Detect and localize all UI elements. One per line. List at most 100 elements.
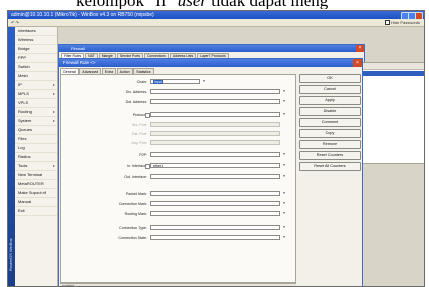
firewall-title: Firewall xyxy=(71,46,85,51)
menu-item-label: Switch xyxy=(18,64,30,69)
dropdown-arrow-icon[interactable]: ▾ xyxy=(282,99,286,104)
menu-item[interactable]: New Terminal xyxy=(15,171,57,180)
field-input[interactable]: input xyxy=(150,79,200,84)
field-input[interactable] xyxy=(150,191,280,196)
dropdown-arrow-icon[interactable]: ▾ xyxy=(282,201,286,206)
field-input[interactable] xyxy=(150,89,280,94)
rule-form: Chain: input ▾ Src. Address: ▾ Dst. Address: ▾… xyxy=(60,74,296,283)
work-area: Firewall × Filter Rules NAT Mangle Service … xyxy=(58,27,424,286)
menu-item[interactable]: Switch xyxy=(15,63,57,72)
hide-passwords-label: Hide Passwords xyxy=(391,20,420,25)
field-input[interactable] xyxy=(150,174,280,179)
menu-item-label: Queues xyxy=(18,127,33,132)
form-row: Src. Address: ▾ xyxy=(61,89,295,95)
dropdown-arrow-icon[interactable]: ▾ xyxy=(282,225,286,230)
dialog-button[interactable]: Disable xyxy=(299,107,361,116)
dropdown-arrow-icon[interactable]: ▾ xyxy=(282,152,286,157)
field-label: Dst. Address: xyxy=(125,100,147,104)
hide-passwords-checkbox[interactable] xyxy=(384,20,390,26)
dropdown-arrow-icon[interactable]: ▾ xyxy=(282,191,286,196)
menu-item-label: Make Supout.rif xyxy=(18,190,47,195)
menu-item-label: MPLS xyxy=(18,91,29,96)
menu-item[interactable]: Routing ▸ xyxy=(15,108,57,117)
form-row: Connection Mark: ▾ xyxy=(61,201,295,207)
dropdown-arrow-icon[interactable]: ▾ xyxy=(282,163,286,168)
field-input[interactable] xyxy=(150,235,280,240)
menu-item[interactable]: Log xyxy=(15,144,57,153)
menu-item[interactable]: Radius xyxy=(15,153,57,162)
firewall-title-bar: Firewall × xyxy=(59,45,364,52)
menu-item-label: Tools xyxy=(18,163,28,168)
side-brand-text: RouterOS WinBox xyxy=(8,238,13,272)
form-row: Any. Port: xyxy=(61,140,295,146)
main-menu: Interfaces Wireless Bridge PPP Switch Mesh IP ▸… xyxy=(15,27,58,286)
menu-item-label: VPLS xyxy=(18,100,29,105)
dialog-button[interactable]: Apply xyxy=(299,96,361,105)
winbox-screenshot: admin@10.10.10.1 (MikroTik) - WinBox v4.… xyxy=(7,10,425,287)
menu-item[interactable]: VPLS xyxy=(15,99,57,108)
submenu-arrow-icon: ▸ xyxy=(52,163,55,168)
field-label: Src. Port: xyxy=(132,123,147,127)
field-value: ether1 xyxy=(153,164,164,168)
document-text-line: kelompok "II" user tidak dapat meng xyxy=(0,0,429,9)
dropdown-arrow-icon[interactable]: ▾ xyxy=(282,89,286,94)
dialog-button[interactable]: Comment xyxy=(299,118,361,127)
menu-item-label: Interfaces xyxy=(18,28,36,33)
field-input[interactable] xyxy=(150,152,280,157)
menu-item[interactable]: Mesh xyxy=(15,72,57,81)
hide-passwords-toggle[interactable]: Hide Passwords xyxy=(384,20,420,26)
menu-item-label: System xyxy=(18,118,32,123)
menu-item[interactable]: Files xyxy=(15,135,57,144)
field-input[interactable] xyxy=(150,201,280,206)
form-row: Protocol: ▾ xyxy=(61,112,295,118)
dropdown-arrow-icon[interactable]: ▾ xyxy=(282,211,286,216)
menu-item-label: Mesh xyxy=(18,73,28,78)
dialog-button[interactable]: Reset Counters xyxy=(299,151,361,160)
form-row: Dst. Port: xyxy=(61,131,295,137)
menu-item-label: IP xyxy=(18,82,22,87)
dropdown-arrow-icon[interactable]: ▾ xyxy=(282,112,286,117)
document-text-italic: user xyxy=(178,0,207,9)
menu-item-label: Radius xyxy=(18,154,31,159)
field-input[interactable] xyxy=(150,211,280,216)
field-label: Connection Type: xyxy=(119,226,147,230)
submenu-arrow-icon: ▸ xyxy=(52,118,55,123)
form-row: Packet Mark: ▾ xyxy=(61,191,295,197)
menu-item[interactable]: MetaROUTER xyxy=(15,180,57,189)
menu-item[interactable]: Interfaces xyxy=(15,27,57,36)
field-input[interactable] xyxy=(150,99,280,104)
field-label: In. Interface: xyxy=(127,164,147,168)
app-title-bar: admin@10.10.10.1 (MikroTik) - WinBox v4.… xyxy=(8,11,424,20)
menu-item[interactable]: Manual xyxy=(15,198,57,207)
dropdown-arrow-icon[interactable]: ▾ xyxy=(282,235,286,240)
menu-item[interactable]: PPP xyxy=(15,54,57,63)
document-text-prefix: kelompok "II" xyxy=(76,0,178,9)
dialog-button[interactable]: Remove xyxy=(299,140,361,149)
undo-redo-icons[interactable]: ↶ ↷ xyxy=(11,20,19,25)
dialog-button[interactable]: OK xyxy=(299,74,361,83)
field-input xyxy=(150,140,280,145)
firewall-close-icon[interactable]: × xyxy=(356,45,364,52)
menu-item[interactable]: Queues xyxy=(15,126,57,135)
menu-item[interactable]: Bridge xyxy=(15,45,57,54)
dropdown-arrow-icon[interactable]: ▾ xyxy=(282,174,286,179)
dialog-button[interactable]: Cancel xyxy=(299,85,361,94)
form-row: Routing Mark: ▾ xyxy=(61,211,295,217)
field-input[interactable]: ether1 xyxy=(150,163,280,168)
menu-item[interactable]: Make Supout.rif xyxy=(15,189,57,198)
rule-buttons: OK Cancel Apply Disable Comment Copy Remove Res… xyxy=(299,74,361,173)
dialog-button[interactable]: Copy xyxy=(299,129,361,138)
menu-item-label: Log xyxy=(18,145,25,150)
menu-item[interactable]: Tools ▸ xyxy=(15,162,57,171)
menu-item[interactable]: MPLS ▸ xyxy=(15,90,57,99)
menu-item[interactable]: Wireless xyxy=(15,36,57,45)
field-input[interactable] xyxy=(150,225,280,230)
rule-close-icon[interactable]: × xyxy=(353,59,362,67)
form-row: Src. Port: xyxy=(61,122,295,128)
menu-item[interactable]: IP ▸ xyxy=(15,81,57,90)
menu-item[interactable]: System ▸ xyxy=(15,117,57,126)
menu-item[interactable]: Exit xyxy=(15,207,57,216)
dropdown-arrow-icon[interactable]: ▾ xyxy=(202,79,206,84)
field-input[interactable] xyxy=(150,112,280,117)
dialog-button[interactable]: Reset All Counters xyxy=(299,162,361,171)
